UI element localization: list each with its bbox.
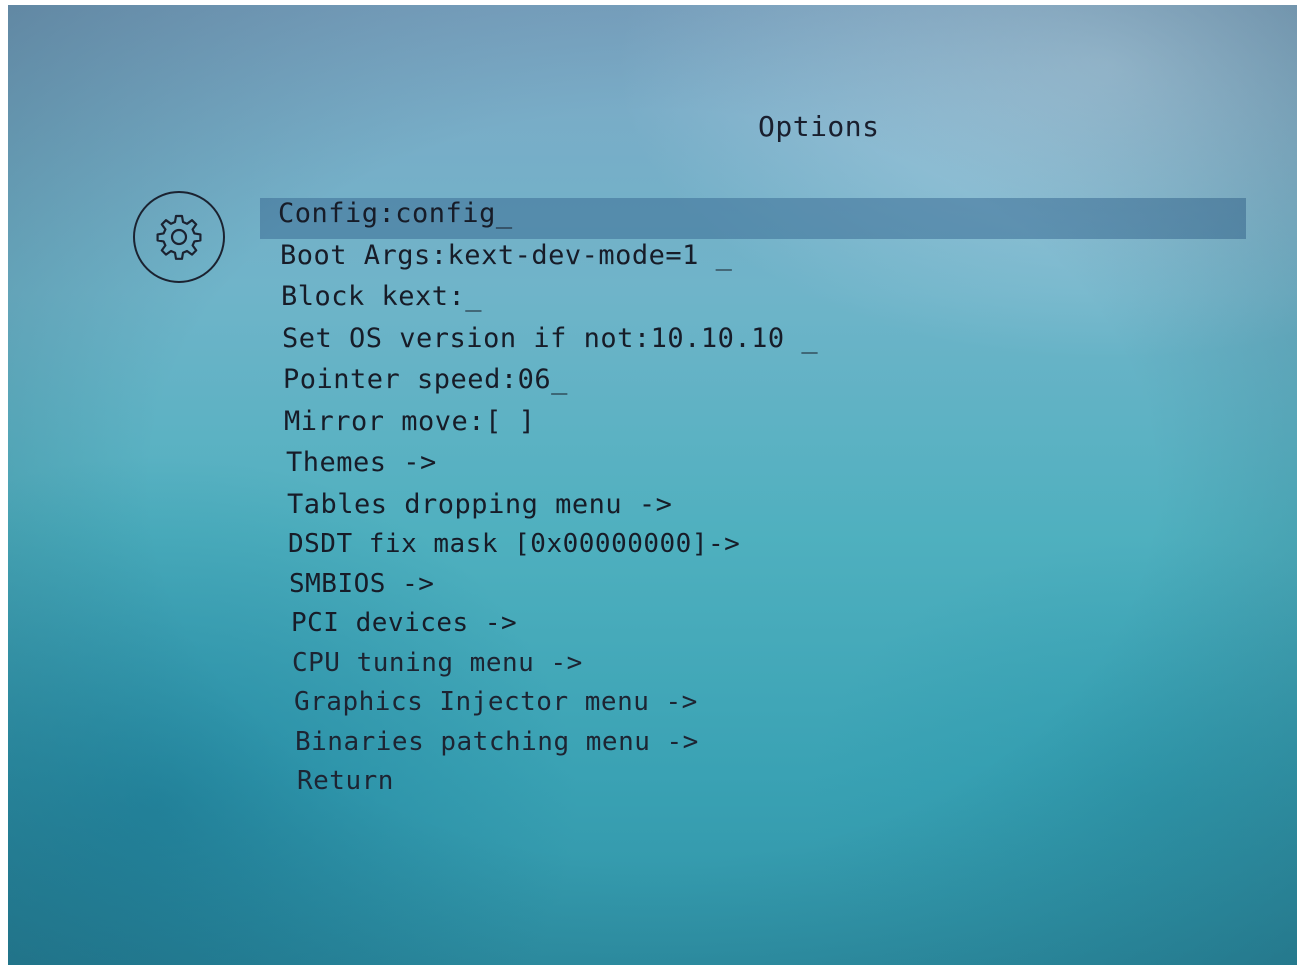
menu-item-block-kext[interactable]: Block kext:_ [281,276,818,318]
menu-item-dsdt-fix-mask[interactable]: DSDT fix mask [0x00000000]-> [288,525,818,565]
menu-item-pci-devices[interactable]: PCI devices -> [291,604,818,644]
menu-item-mirror-move[interactable]: Mirror move:[ ] [284,401,818,443]
options-screen: Options Config:config_ Boot Args:kext-de… [8,5,1297,965]
menu-item-cpu-tuning[interactable]: CPU tuning menu -> [292,644,818,684]
menu-item-graphics-injector[interactable]: Graphics Injector menu -> [294,683,818,723]
menu-item-config[interactable]: Config:config_ [278,193,818,235]
menu-item-set-os-version[interactable]: Set OS version if not:10.10.10 _ [282,318,818,360]
gear-icon [133,191,225,283]
menu-item-themes[interactable]: Themes -> [286,442,818,484]
menu-item-binaries-patching[interactable]: Binaries patching menu -> [295,723,818,763]
page-title: Options [758,110,880,143]
menu-item-pointer-speed[interactable]: Pointer speed:06_ [283,359,818,401]
menu-item-return[interactable]: Return [297,762,818,802]
menu-item-smbios[interactable]: SMBIOS -> [289,565,818,605]
menu-item-boot-args[interactable]: Boot Args:kext-dev-mode=1 _ [280,235,818,277]
menu-item-tables-dropping[interactable]: Tables dropping menu -> [287,484,818,526]
gear-icon-graphic [156,214,202,260]
options-menu: Config:config_ Boot Args:kext-dev-mode=1… [278,193,818,802]
